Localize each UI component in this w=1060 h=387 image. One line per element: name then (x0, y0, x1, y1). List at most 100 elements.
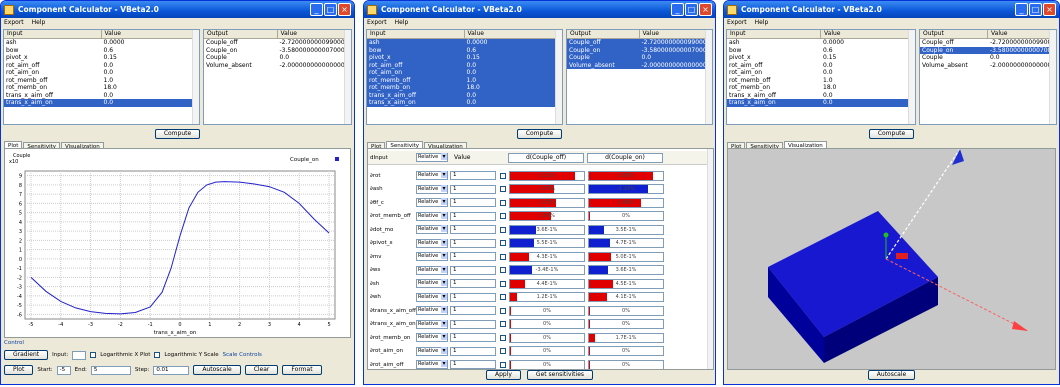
row-value[interactable]: 0.0 (102, 99, 200, 107)
sensitivity-mode-combo[interactable]: Relative (416, 306, 448, 315)
sensitivity-row-checkbox[interactable] (500, 240, 506, 246)
close-button[interactable]: × (699, 3, 712, 16)
minimize-button[interactable]: _ (310, 3, 323, 16)
maximize-button[interactable]: □ (1029, 3, 1042, 16)
sensitivity-value-field[interactable]: 1 (450, 265, 496, 275)
sensitivity-mode-combo[interactable]: Relative (416, 171, 448, 180)
sensitivity-row-checkbox[interactable] (500, 199, 506, 206)
sensitivity-value-field[interactable]: 1 (450, 346, 496, 356)
sensitivity-mode-combo[interactable]: Relative (416, 211, 448, 221)
table-row[interactable]: rot_memb_on 18.0 (367, 84, 562, 92)
menu-help[interactable]: Help (395, 19, 409, 26)
menu-export[interactable]: Export (4, 19, 24, 26)
header-mode-combo[interactable]: Relative (416, 153, 448, 162)
close-button[interactable]: × (1043, 3, 1056, 16)
row-value[interactable]: 0.0 (102, 69, 200, 77)
table-scrollbar[interactable] (555, 30, 562, 124)
column-header[interactable]: Value (278, 30, 351, 38)
row-value[interactable]: 1.0 (102, 77, 200, 85)
row-value[interactable]: -2.720000000099000... (278, 39, 352, 47)
row-value[interactable]: 0.6 (821, 47, 915, 55)
row-value[interactable]: 0.0 (821, 92, 915, 100)
row-value[interactable]: 0.0 (821, 99, 915, 107)
row-value[interactable]: 0.0 (821, 69, 915, 77)
apply-button[interactable]: Apply (485, 370, 521, 380)
sensitivity-mode-combo[interactable]: Relative (416, 279, 448, 288)
table-row[interactable]: rot_memb_off 1.0 (367, 76, 562, 84)
menu-export[interactable]: Export (727, 19, 747, 26)
table-row[interactable]: rot_aim_on 0.0 (727, 69, 915, 77)
column-header[interactable]: Output (920, 30, 988, 38)
sensitivity-row-checkbox[interactable] (500, 321, 506, 327)
column-header[interactable]: Output (567, 30, 640, 38)
sensitivity-row-checkbox[interactable] (500, 348, 506, 354)
menu-help[interactable]: Help (32, 19, 46, 26)
sensitivity-value-field[interactable]: 1 (450, 171, 496, 180)
row-value[interactable]: 0.6 (465, 47, 563, 55)
row-value[interactable]: 0.0 (640, 54, 713, 62)
column-header[interactable]: Output (204, 30, 278, 38)
row-value[interactable]: 0.0000 (102, 39, 200, 47)
row-value[interactable]: 0.0 (278, 54, 352, 62)
title-bar[interactable]: Component Calculator - VBeta2.0 _ □ × (1, 1, 354, 18)
table-row[interactable]: rot_aim_off 0.0 (4, 62, 199, 70)
table-scrollbar[interactable] (1049, 30, 1056, 124)
maximize-button[interactable]: □ (324, 3, 337, 16)
sensitivity-value-field[interactable]: 1 (450, 238, 496, 248)
table-row[interactable]: rot_aim_on 0.0 (367, 69, 562, 77)
row-value[interactable]: -2.000000000000000... (278, 62, 352, 70)
table-row[interactable]: Couple 0.0 (920, 54, 1056, 62)
table-row[interactable]: ash 0.0000 (727, 39, 915, 47)
row-value[interactable]: -2.000000000000000... (988, 62, 1056, 70)
table-row[interactable]: rot_aim_off 0.0 (727, 62, 915, 70)
title-bar[interactable]: Component Calculator - VBeta2.0 _ □ × (364, 1, 715, 18)
minimize-button[interactable]: _ (1015, 3, 1028, 16)
compute-button[interactable]: Compute (516, 129, 563, 139)
row-value[interactable]: 0.0 (465, 62, 563, 70)
table-row[interactable]: Couple_off -2.720000000099000... (204, 39, 351, 47)
table-row[interactable]: rot_aim_on 0.0 (4, 69, 199, 77)
row-value[interactable]: 18.0 (465, 84, 563, 92)
table-row[interactable]: trans_x_aim_off 0.0 (727, 92, 915, 100)
plot-button[interactable]: Plot (4, 365, 34, 375)
table-row[interactable]: trans_x_aim_off 0.0 (367, 91, 562, 99)
table-row[interactable]: ash 0.0000 (4, 39, 199, 47)
table-row[interactable]: bow 0.6 (727, 47, 915, 55)
header-out1[interactable]: d(Couple_off) (508, 152, 584, 163)
column-header[interactable]: Input (4, 30, 102, 38)
row-value[interactable]: 0.0 (102, 92, 200, 100)
sensitivity-value-field[interactable]: 1 (450, 333, 496, 342)
close-button[interactable]: × (338, 3, 351, 16)
sensitivity-mode-combo[interactable]: Relative (416, 360, 448, 369)
table-row[interactable]: rot_aim_off 0.0 (367, 61, 563, 70)
row-value[interactable]: -2.720000000099000... (988, 39, 1056, 47)
row-value[interactable]: 18.0 (102, 84, 200, 92)
table-scrollbar[interactable] (344, 30, 351, 124)
row-value[interactable]: -3.5800000000070000... (988, 47, 1056, 55)
column-header[interactable]: Input (367, 30, 465, 38)
step-field[interactable]: 0.01 (153, 365, 190, 375)
row-value[interactable]: 0.0 (465, 99, 563, 107)
row-value[interactable]: 0.0 (465, 69, 563, 77)
sensitivity-mode-combo[interactable]: Relative (416, 184, 448, 194)
sensitivity-value-field[interactable]: 1 (450, 225, 496, 234)
sensitivity-value-field[interactable]: 1 (450, 198, 496, 207)
row-value[interactable]: -2.000000000000000... (640, 62, 713, 70)
column-header[interactable]: Value (465, 30, 562, 38)
header-out2[interactable]: d(Couple_on) (587, 152, 663, 163)
log-x-checkbox[interactable] (90, 352, 97, 358)
table-row[interactable]: Couple 0.0 (204, 54, 351, 62)
table-row[interactable]: Volume_absent -2.000000000000000... (567, 61, 713, 70)
table-row[interactable]: Couple_on -3.5800000000070000... (204, 47, 351, 55)
log-y-checkbox[interactable] (154, 352, 161, 358)
table-row[interactable]: pivot_x 0.15 (4, 54, 199, 62)
table-row[interactable]: Volume_absent -2.000000000000000... (920, 62, 1056, 70)
table-row[interactable]: Couple_off -2.720000000099000... (567, 39, 712, 47)
sensitivity-mode-combo[interactable]: Relative (416, 265, 448, 275)
row-value[interactable]: 0.15 (821, 54, 915, 62)
sensitivity-row-checkbox[interactable] (500, 213, 506, 219)
row-value[interactable]: 0.0 (102, 62, 200, 70)
autoscale-button[interactable]: Autoscale (193, 365, 241, 375)
compute-button[interactable]: Compute (868, 129, 915, 139)
row-value[interactable]: -2.720000000099000... (640, 39, 713, 47)
